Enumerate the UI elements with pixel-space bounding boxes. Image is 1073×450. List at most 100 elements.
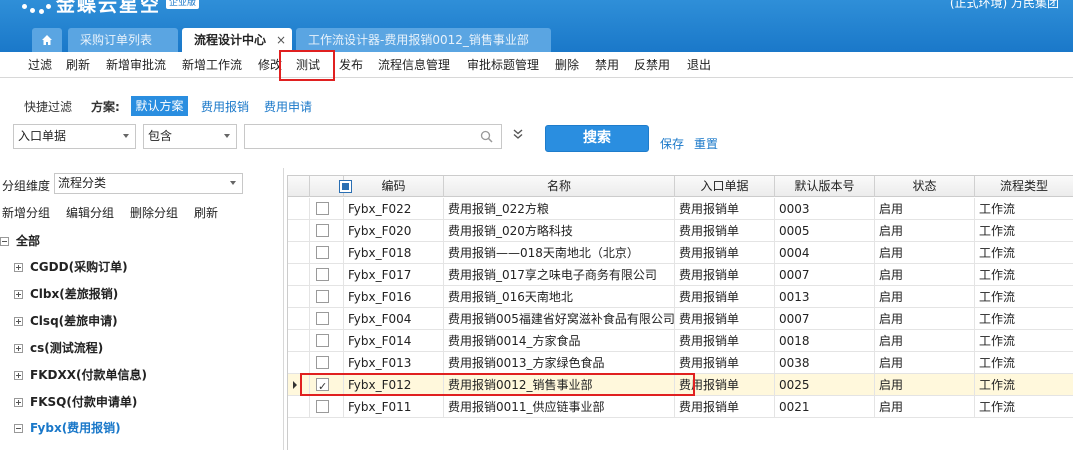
cell-code[interactable]: Fybx_F017 xyxy=(344,264,444,286)
reset-link[interactable]: 重置 xyxy=(694,135,718,152)
cell-type[interactable]: 工作流 xyxy=(975,352,1073,374)
cell-status[interactable]: 启用 xyxy=(875,286,975,308)
cell-entry[interactable]: 费用报销单 xyxy=(675,330,775,352)
table-row[interactable]: Fybx_F020 费用报销_020方略科技 费用报销单 0005 启用 工作流 xyxy=(288,220,1073,242)
cell-entry[interactable]: 费用报销单 xyxy=(675,396,775,418)
expand-icon[interactable] xyxy=(14,371,23,380)
home-tab[interactable] xyxy=(32,28,62,52)
table-row[interactable]: Fybx_F014 费用报销0014_方家食品 费用报销单 0018 启用 工作流 xyxy=(288,330,1073,352)
cell-code[interactable]: Fybx_F012 xyxy=(344,374,444,396)
toolbar-process-info-button[interactable]: 流程信息管理 xyxy=(378,52,450,78)
col-header-version[interactable]: 默认版本号 xyxy=(775,176,875,197)
cell-entry[interactable]: 费用报销单 xyxy=(675,286,775,308)
col-header-status[interactable]: 状态 xyxy=(875,176,975,197)
expand-icon[interactable] xyxy=(14,344,23,353)
cell-status[interactable]: 启用 xyxy=(875,330,975,352)
cell-status[interactable]: 启用 xyxy=(875,220,975,242)
toolbar-delete-button[interactable]: 删除 xyxy=(555,52,579,78)
cell-name[interactable]: 费用报销_017享之味电子商务有限公司 xyxy=(444,264,675,286)
tree-node-all[interactable]: 全部 xyxy=(0,228,40,255)
table-row[interactable]: Fybx_F018 费用报销——018天南地北（北京） 费用报销单 0004 启用 工作流 xyxy=(288,242,1073,264)
tree-node-fybx[interactable]: Fybx(费用报销) xyxy=(14,415,121,442)
table-row[interactable]: Fybx_F011 费用报销0011_供应链事业部 费用报销单 0021 启用 工作流 xyxy=(288,396,1073,418)
cell-status[interactable]: 启用 xyxy=(875,242,975,264)
table-row[interactable]: Fybx_F012费用报销0012_销售事业部费用报销单0025启用工作流 xyxy=(288,374,1073,396)
expand-icon[interactable] xyxy=(14,290,23,299)
cell-version[interactable]: 0018 xyxy=(775,330,875,352)
cell-version[interactable]: 0021 xyxy=(775,396,875,418)
cell-status[interactable]: 启用 xyxy=(875,198,975,220)
cell-code[interactable]: Fybx_F020 xyxy=(344,220,444,242)
toolbar-exit-button[interactable]: 退出 xyxy=(687,52,711,78)
tree-node-cgdd[interactable]: CGDD(采购订单) xyxy=(14,254,128,281)
table-row[interactable]: Fybx_F017 费用报销_017享之味电子商务有限公司 费用报销单 0007 启用工… xyxy=(288,264,1073,286)
save-link[interactable]: 保存 xyxy=(660,135,684,152)
cell-name[interactable]: 费用报销_022方粮 xyxy=(444,198,675,220)
cell-code[interactable]: Fybx_F022 xyxy=(344,198,444,220)
cell-type[interactable]: 工作流 xyxy=(975,374,1073,396)
cell-name[interactable]: 费用报销0013_方家绿色食品 xyxy=(444,352,675,374)
row-checkbox[interactable] xyxy=(316,268,329,281)
cell-code[interactable]: Fybx_F014 xyxy=(344,330,444,352)
cell-code[interactable]: Fybx_F004 xyxy=(344,308,444,330)
cell-status[interactable]: 启用 xyxy=(875,374,975,396)
search-button[interactable]: 搜索 xyxy=(545,125,649,152)
tab-workflow-designer[interactable]: 工作流设计器-费用报销0012_销售事业部 xyxy=(296,28,551,52)
row-checkbox[interactable] xyxy=(316,376,329,396)
edit-group-button[interactable]: 编辑分组 xyxy=(66,204,114,221)
cell-type[interactable]: 工作流 xyxy=(975,330,1073,352)
tree-node-fksq[interactable]: FKSQ(付款申请单) xyxy=(14,389,137,416)
col-header-code[interactable]: 编码 xyxy=(344,176,444,197)
row-checkbox[interactable] xyxy=(316,290,329,303)
scheme-expense-link[interactable]: 费用报销 xyxy=(201,98,249,115)
filter-operator-select[interactable]: 包含 xyxy=(143,124,237,149)
cell-version[interactable]: 0013 xyxy=(775,286,875,308)
cell-type[interactable]: 工作流 xyxy=(975,220,1073,242)
cell-name[interactable]: 费用报销0012_销售事业部 xyxy=(444,374,675,396)
search-icon[interactable] xyxy=(480,130,493,143)
row-checkbox[interactable] xyxy=(316,224,329,237)
cell-entry[interactable]: 费用报销单 xyxy=(675,374,775,396)
row-checkbox[interactable] xyxy=(316,400,329,413)
table-row[interactable]: Fybx_F016 费用报销_016天南地北 费用报销单 0013 启用 工作流 xyxy=(288,286,1073,308)
collapse-icon[interactable] xyxy=(0,237,9,246)
row-checkbox[interactable] xyxy=(316,312,329,325)
filter-field-select[interactable]: 入口单据 xyxy=(13,124,136,149)
cell-entry[interactable]: 费用报销单 xyxy=(675,352,775,374)
tab-purchase-orders[interactable]: 采购订单列表 xyxy=(68,28,178,52)
cell-code[interactable]: Fybx_F018 xyxy=(344,242,444,264)
table-row[interactable]: Fybx_F022 费用报销_022方粮 费用报销单 0003 启用 工作流 xyxy=(288,198,1073,220)
row-checkbox[interactable] xyxy=(316,246,329,259)
cell-version[interactable]: 0007 xyxy=(775,264,875,286)
add-group-button[interactable]: 新增分组 xyxy=(2,204,50,221)
cell-name[interactable]: 费用报销_020方略科技 xyxy=(444,220,675,242)
col-header-name[interactable]: 名称 xyxy=(444,176,675,197)
table-row[interactable]: Fybx_F004 费用报销005福建省好窝滋补食品有限公司 费用报销单 0007 启用… xyxy=(288,308,1073,330)
toolbar-enable-button[interactable]: 反禁用 xyxy=(634,52,670,78)
col-header-type[interactable]: 流程类型 xyxy=(975,176,1073,197)
collapse-icon[interactable] xyxy=(14,424,23,433)
cell-entry[interactable]: 费用报销单 xyxy=(675,264,775,286)
cell-name[interactable]: 费用报销_016天南地北 xyxy=(444,286,675,308)
cell-entry[interactable]: 费用报销单 xyxy=(675,242,775,264)
cell-type[interactable]: 工作流 xyxy=(975,198,1073,220)
tree-node-clbx[interactable]: Clbx(差旅报销) xyxy=(14,281,118,308)
cell-code[interactable]: Fybx_F011 xyxy=(344,396,444,418)
scheme-default-button[interactable]: 默认方案 xyxy=(131,96,188,116)
cell-type[interactable]: 工作流 xyxy=(975,286,1073,308)
cell-code[interactable]: Fybx_F013 xyxy=(344,352,444,374)
expand-icon[interactable] xyxy=(14,398,23,407)
toolbar-new-approval-flow-button[interactable]: 新增审批流 xyxy=(106,52,166,78)
cell-entry[interactable]: 费用报销单 xyxy=(675,308,775,330)
tab-close-icon[interactable]: × xyxy=(276,28,286,52)
expand-icon[interactable] xyxy=(14,263,23,272)
cell-name[interactable]: 费用报销0014_方家食品 xyxy=(444,330,675,352)
toolbar-filter-button[interactable]: 过滤 xyxy=(28,52,52,78)
cell-status[interactable]: 启用 xyxy=(875,264,975,286)
toolbar-test-button[interactable]: 测试 xyxy=(296,52,320,78)
table-row[interactable]: Fybx_F013 费用报销0013_方家绿色食品 费用报销单 0038 启用 工作流 xyxy=(288,352,1073,374)
row-checkbox[interactable] xyxy=(316,202,329,215)
cell-type[interactable]: 工作流 xyxy=(975,308,1073,330)
toolbar-refresh-button[interactable]: 刷新 xyxy=(66,52,90,78)
user-info[interactable]: (正式环境) 万民集团 xyxy=(950,0,1059,11)
